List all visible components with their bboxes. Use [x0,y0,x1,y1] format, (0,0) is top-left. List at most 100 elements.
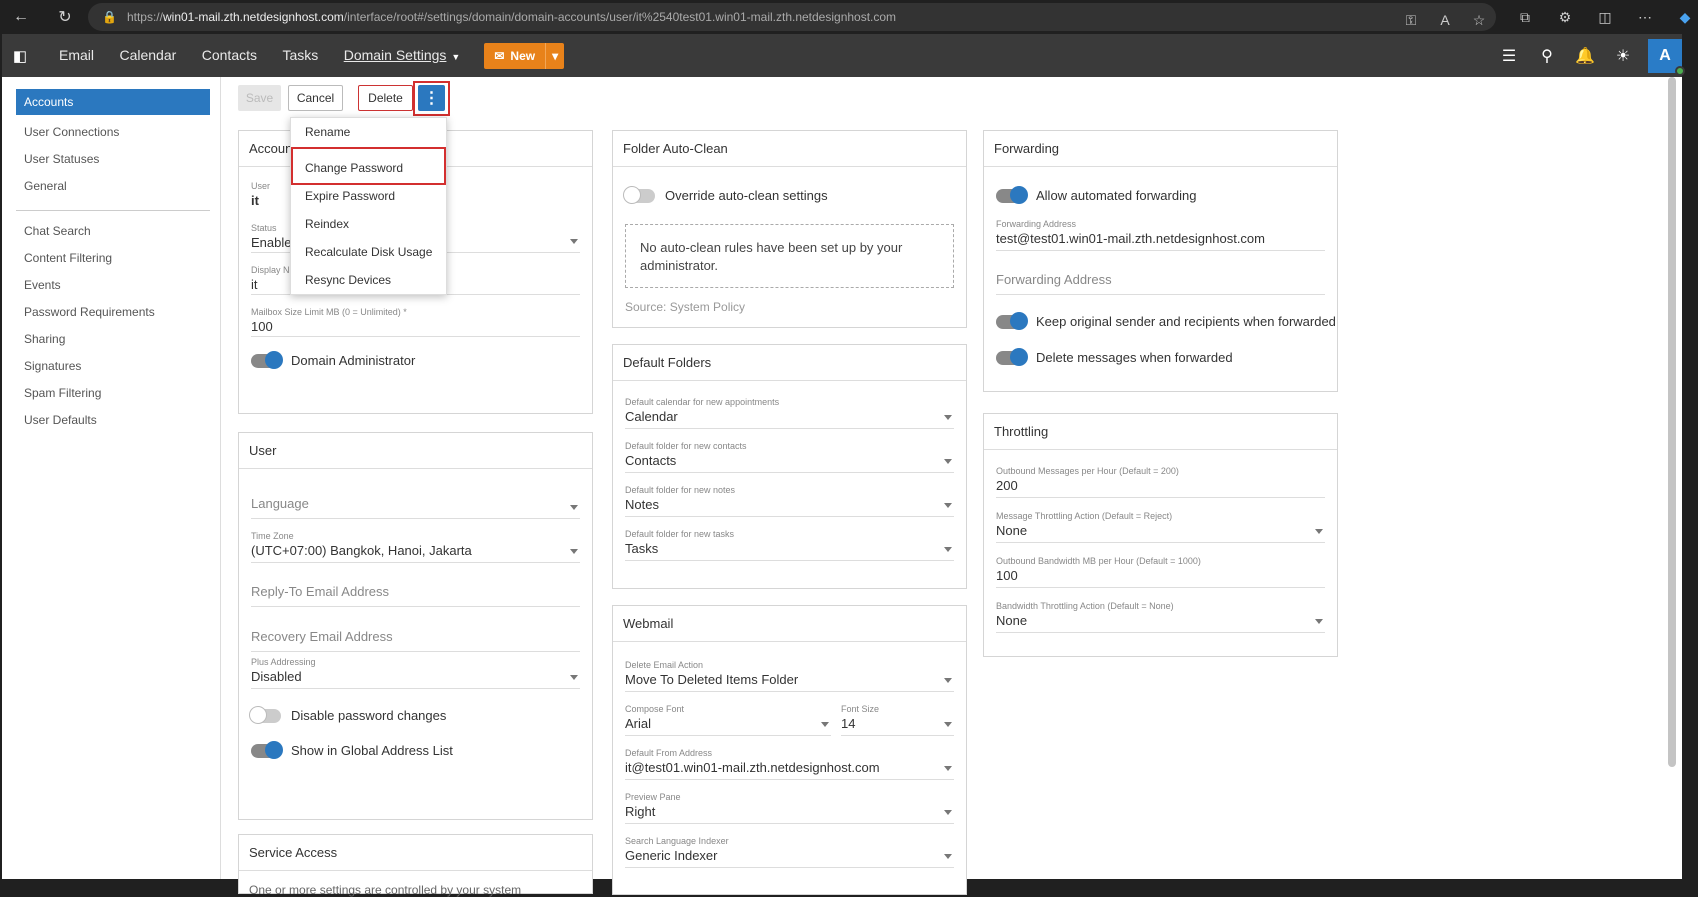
font-size-select[interactable]: Font Size 14 [841,704,954,736]
sidebar-item-chat-search[interactable]: Chat Search [16,218,210,244]
sidebar-item-events[interactable]: Events [16,272,210,298]
message-throttling-select[interactable]: Message Throttling Action (Default = Rej… [996,511,1325,543]
chevron-down-icon [944,547,952,552]
refresh-icon[interactable]: ↻ [48,0,82,34]
default-notes-select[interactable]: Default folder for new notes Notes [625,485,954,517]
nav-email[interactable]: Email [59,47,94,63]
auto-clean-card: Folder Auto-Clean Override auto-clean se… [612,130,967,328]
chevron-down-icon [944,503,952,508]
recovery-email-field[interactable]: Recovery Email Address [251,628,580,652]
extensions-icon[interactable]: ⚙ [1545,9,1585,26]
sidebar-item-password-requirements[interactable]: Password Requirements [16,299,210,325]
forwarding-address-new[interactable]: Forwarding Address [996,271,1325,295]
scrollbar-thumb[interactable] [1668,77,1676,767]
toggle-switch[interactable] [996,347,1028,366]
sidebar-item-user-statuses[interactable]: User Statuses [16,146,210,172]
domain-admin-toggle[interactable]: Domain Administrator [251,350,415,369]
menu-item-reindex[interactable]: Reindex [291,210,446,238]
default-contacts-value: Contacts [625,453,677,468]
menu-item-recalculate-disk-usage[interactable]: Recalculate Disk Usage [291,238,446,266]
language-select[interactable]: Language [251,495,580,519]
nav-contacts[interactable]: Contacts [202,47,257,63]
default-from-select[interactable]: Default From Address it@test01.win01-mail… [625,748,954,780]
search-indexer-select[interactable]: Search Language Indexer Generic Indexer [625,836,954,868]
compose-font-select[interactable]: Compose Font Arial [625,704,831,736]
toggle-switch[interactable] [996,185,1028,204]
translate-icon[interactable]: ⧉ [1505,9,1545,26]
preview-pane-select[interactable]: Preview Pane Right [625,792,954,824]
show-gal-toggle[interactable]: Show in Global Address List [251,740,453,759]
menu-item-rename[interactable]: Rename [291,118,446,146]
sidebar-toggle-icon[interactable]: ◧ [2,34,38,77]
keep-sender-toggle[interactable]: Keep original sender and recipients when… [996,311,1336,330]
default-contacts-select[interactable]: Default folder for new contacts Contacts [625,441,954,473]
mailbox-size-value: 100 [251,319,273,334]
cancel-button[interactable]: Cancel [288,85,343,111]
new-button[interactable]: ✉ New ▾ [484,42,565,69]
disable-password-toggle[interactable]: Disable password changes [249,705,446,724]
sidebar-item-content-filtering[interactable]: Content Filtering [16,245,210,271]
toggle-switch[interactable] [623,185,655,204]
throttling-card: Throttling Outbound Messages per Hour (D… [983,413,1338,657]
outbound-bandwidth-field[interactable]: Outbound Bandwidth MB per Hour (Default … [996,556,1325,588]
sidebar-item-user-connections[interactable]: User Connections [16,119,210,145]
more-menu-icon[interactable]: ⋯ [1625,9,1665,26]
toggle-switch[interactable] [996,311,1028,330]
online-status-dot [1675,65,1685,76]
plus-addressing-select[interactable]: Plus Addressing Disabled [251,657,580,689]
time-zone-select[interactable]: Time Zone (UTC+07:00) Bangkok, Hanoi, Jak… [251,531,580,563]
sidebar-item-user-defaults[interactable]: User Defaults [16,407,210,433]
search-icon[interactable]: ⚲ [1528,46,1566,66]
plus-addressing-value: Disabled [251,669,302,684]
new-dropdown-icon[interactable]: ▾ [545,42,564,69]
read-aloud-icon[interactable]: A [1428,12,1462,28]
delete-email-action-select[interactable]: Delete Email Action Move To Deleted Items… [625,660,954,692]
message-throttling-value: None [996,523,1028,538]
toggle-switch[interactable] [249,705,281,724]
key-icon[interactable]: ⚿ [1394,12,1428,29]
recovery-email-placeholder: Recovery Email Address [251,629,393,644]
back-icon[interactable]: ← [4,0,38,34]
bell-icon[interactable]: 🔔 [1566,46,1604,66]
nav-calendar[interactable]: Calendar [119,47,176,63]
sidebar-divider [16,210,210,211]
theme-sun-icon[interactable]: ☀ [1604,46,1642,66]
auto-clean-notice: No auto-clean rules have been set up by … [625,224,954,288]
override-auto-clean-toggle[interactable]: Override auto-clean settings [623,185,828,204]
menu-item-resync-devices[interactable]: Resync Devices [291,266,446,294]
forwarding-address-field[interactable]: Forwarding Address test@test01.win01-mail… [996,219,1325,251]
menu-item-expire-password[interactable]: Expire Password [291,182,446,210]
default-calendar-select[interactable]: Default calendar for new appointments Cal… [625,397,954,429]
copilot-icon[interactable]: ◆ [1665,9,1698,26]
chevron-down-icon [944,459,952,464]
sidebar-item-sharing[interactable]: Sharing [16,326,210,352]
nav-tasks[interactable]: Tasks [282,47,318,63]
toggle-switch[interactable] [251,350,283,369]
reply-to-field[interactable]: Reply-To Email Address [251,583,580,607]
split-screen-icon[interactable]: ◫ [1585,9,1625,26]
chevron-down-icon[interactable]: ▼ [451,52,460,62]
service-access-title: Service Access [239,835,592,871]
page-scrollbar[interactable] [1664,77,1682,879]
sidebar-item-general[interactable]: General [16,173,210,199]
default-tasks-select[interactable]: Default folder for new tasks Tasks [625,529,954,561]
sidebar-item-spam-filtering[interactable]: Spam Filtering [16,380,210,406]
sidebar-item-accounts[interactable]: Accounts [16,89,210,115]
nav-domain-settings[interactable]: Domain Settings [344,47,447,63]
allow-forwarding-toggle[interactable]: Allow automated forwarding [996,185,1196,204]
toggle-switch[interactable] [251,740,283,759]
avatar[interactable]: A [1648,38,1685,76]
delete-forwarded-toggle[interactable]: Delete messages when forwarded [996,347,1233,366]
plus-addressing-label: Plus Addressing [251,657,316,667]
chat-icon[interactable]: ☰ [1490,46,1528,66]
bandwidth-throttling-select[interactable]: Bandwidth Throttling Action (Default = N… [996,601,1325,633]
sidebar-item-signatures[interactable]: Signatures [16,353,210,379]
mailbox-size-field[interactable]: Mailbox Size Limit MB (0 = Unlimited) * 1… [251,307,580,337]
auto-clean-source: Source: System Policy [625,300,746,314]
outbound-messages-field[interactable]: Outbound Messages per Hour (Default = 20… [996,466,1325,498]
address-bar[interactable]: 🔒 https://win01-mail.zth.netdesignhost.c… [88,3,1496,31]
delete-button[interactable]: Delete [358,85,413,111]
chevron-down-icon [1315,619,1323,624]
save-button[interactable]: Save [238,85,281,111]
favorite-star-icon[interactable]: ☆ [1462,12,1496,29]
